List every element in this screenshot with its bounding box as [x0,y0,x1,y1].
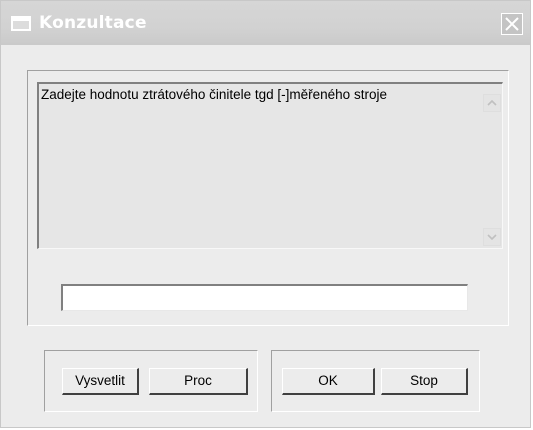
message-memo[interactable]: Zadejte hodnotu ztrátového činitele tgd … [37,82,503,249]
stop-button[interactable]: Stop [381,368,468,395]
answer-input[interactable] [61,284,468,311]
title-bar[interactable]: Konzultace [1,1,530,45]
message-text: Zadejte hodnotu ztrátového činitele tgd … [41,87,387,102]
ok-button[interactable]: OK [282,368,375,395]
scroll-up-button[interactable] [483,94,501,112]
dialog-body: Zadejte hodnotu ztrátového činitele tgd … [10,46,522,418]
scroll-down-arrow-icon [487,234,497,241]
window-icon [11,16,31,31]
window-title: Konzultace [39,13,147,33]
scroll-up-arrow-icon [487,99,497,106]
dialog-window: Konzultace Zadejte hodnotu ztrátového či… [0,0,531,428]
explain-button[interactable]: Vysvetlit [62,368,139,395]
close-button[interactable] [501,13,523,35]
close-icon [505,17,519,31]
why-button[interactable]: Proc [149,368,248,395]
scroll-down-button[interactable] [483,228,501,246]
